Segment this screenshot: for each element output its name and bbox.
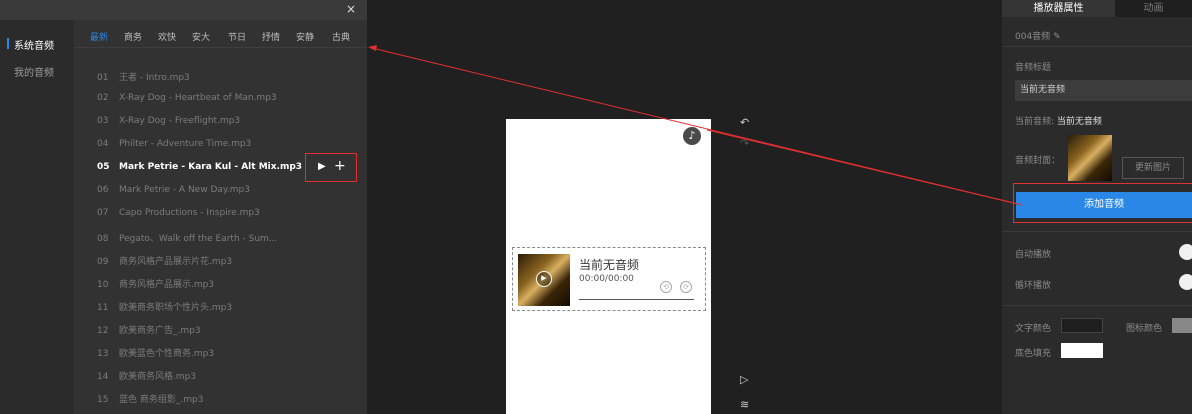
autoplay-toggle[interactable]	[1179, 244, 1192, 260]
song-list-panel: 最新 商务 欢快 安大 节日 抒情 安静 古典 01 王者 - Intro.mp3…	[74, 20, 367, 414]
add-icon[interactable]: +	[334, 158, 346, 174]
update-image-button[interactable]: 更新图片	[1122, 157, 1184, 179]
preview-icon[interactable]: ▷	[740, 373, 748, 386]
song-item[interactable]: 15 蓝色 商务组影_.mp3	[97, 392, 203, 405]
text-color-label: 文字颜色	[1015, 324, 1052, 334]
song-item[interactable]: 06 Mark Petrie - A New Day.mp3	[97, 185, 250, 195]
component-name[interactable]: 004音频 ✎	[1015, 29, 1061, 42]
editor-canvas: ♪ ▶ 当前无音频 00:00/00:00 ⟲ ⟳ ↶ ↷ ▷ ≋	[367, 0, 1002, 414]
song-item-selected[interactable]: 05 Mark Petrie - Kara Kul - Alt Mix.mp3	[97, 162, 302, 172]
song-item[interactable]: 14 欧美商务风格.mp3	[97, 369, 196, 382]
audio-title-label: 音频标题	[1015, 63, 1052, 73]
song-item[interactable]: 01 王者 - Intro.mp3	[97, 70, 190, 83]
genre-tab-classical[interactable]: 古典	[332, 30, 350, 43]
song-item[interactable]: 09 商务风格产品展示片花.mp3	[97, 254, 232, 267]
layers-icon[interactable]: ≋	[740, 398, 749, 411]
play-icon[interactable]: ▶	[536, 271, 552, 287]
dialog-titlebar: ×	[0, 0, 367, 20]
redo-icon[interactable]: ↷	[740, 137, 749, 150]
forward-icon[interactable]: ⟳	[680, 281, 692, 293]
text-color-swatch[interactable]	[1061, 318, 1103, 333]
song-actions-highlight: ▶ +	[305, 153, 357, 182]
tab-player-properties[interactable]: 播放器属性	[1002, 0, 1115, 17]
icon-color-label: 图标颜色	[1126, 324, 1163, 334]
genre-tab-holiday[interactable]: 节日	[228, 30, 246, 43]
active-category-marker	[7, 38, 9, 49]
cover-thumbnail	[1068, 135, 1112, 181]
divider	[1002, 305, 1192, 306]
music-note-icon[interactable]: ♪	[683, 127, 701, 145]
bg-fill-label: 底色填充	[1015, 349, 1052, 359]
rewind-icon[interactable]: ⟲	[660, 281, 672, 293]
divider	[1002, 46, 1192, 47]
song-item[interactable]: 07 Capo Productions - Inspire.mp3	[97, 208, 260, 218]
progress-bar[interactable]	[579, 299, 694, 300]
current-audio-label: 当前音频: 当前无音频	[1015, 117, 1102, 127]
category-system-audio[interactable]: 系统音频	[14, 37, 54, 52]
divider	[1002, 231, 1192, 232]
genre-tab-anda[interactable]: 安大	[192, 30, 210, 43]
properties-tabs: 播放器属性 动画	[1002, 0, 1192, 17]
genre-tab-quiet[interactable]: 安静	[296, 30, 314, 43]
edit-icon[interactable]: ✎	[1053, 32, 1061, 42]
genre-tab-cheerful[interactable]: 欢快	[158, 30, 176, 43]
cover-label: 音频封面：	[1015, 156, 1061, 166]
bg-fill-swatch[interactable]	[1061, 343, 1103, 358]
audio-player-widget[interactable]: ▶ 当前无音频 00:00/00:00 ⟲ ⟳	[512, 247, 706, 311]
genre-tab-business[interactable]: 商务	[124, 30, 142, 43]
autoplay-label: 自动播放	[1015, 250, 1052, 260]
play-icon[interactable]: ▶	[318, 161, 326, 172]
audio-library-dialog: × 系统音频 我的音频 最新 商务 欢快 安大 节日 抒情 安静 古典 01 王者…	[0, 0, 367, 414]
song-item[interactable]: 03 X-Ray Dog - Freeflight.mp3	[97, 116, 240, 126]
genre-tab-lyrical[interactable]: 抒情	[262, 30, 280, 43]
song-item[interactable]: 13 欧美蓝色个性商务.mp3	[97, 346, 214, 359]
audio-title-input[interactable]: 当前无音频	[1015, 80, 1192, 101]
loop-toggle[interactable]	[1179, 274, 1192, 290]
song-item[interactable]: 10 商务风格产品展示.mp3	[97, 277, 214, 290]
player-time: 00:00/00:00	[579, 274, 634, 284]
add-audio-button[interactable]: 添加音频	[1016, 192, 1192, 218]
close-icon[interactable]: ×	[346, 2, 356, 16]
song-item[interactable]: 11 欧美商务职场个性片头.mp3	[97, 300, 232, 313]
song-item[interactable]: 08 Pegato、Walk off the Earth - Sum...	[97, 231, 277, 244]
genre-tabs: 最新 商务 欢快 安大 节日 抒情 安静 古典	[74, 20, 367, 48]
undo-icon[interactable]: ↶	[740, 116, 749, 129]
loop-label: 循环播放	[1015, 281, 1052, 291]
category-sidebar: 系统音频 我的音频	[0, 20, 74, 414]
song-item[interactable]: 02 X-Ray Dog - Heartbeat of Man.mp3	[97, 93, 277, 103]
song-item[interactable]: 12 欧美商务广告_.mp3	[97, 323, 201, 336]
icon-color-swatch[interactable]	[1172, 318, 1192, 333]
phone-page-preview[interactable]: ♪ ▶ 当前无音频 00:00/00:00 ⟲ ⟳	[506, 119, 711, 414]
tab-animation[interactable]: 动画	[1115, 0, 1192, 17]
album-cover: ▶	[518, 254, 570, 306]
properties-panel: 播放器属性 动画 004音频 ✎ 音频标题 当前无音频 当前音频: 当前无音频 …	[1002, 0, 1192, 414]
song-item[interactable]: 04 Philter - Adventure Time.mp3	[97, 139, 251, 149]
player-title: 当前无音频	[579, 258, 640, 272]
genre-tab-latest[interactable]: 最新	[90, 30, 108, 43]
category-my-audio[interactable]: 我的音频	[14, 64, 54, 79]
